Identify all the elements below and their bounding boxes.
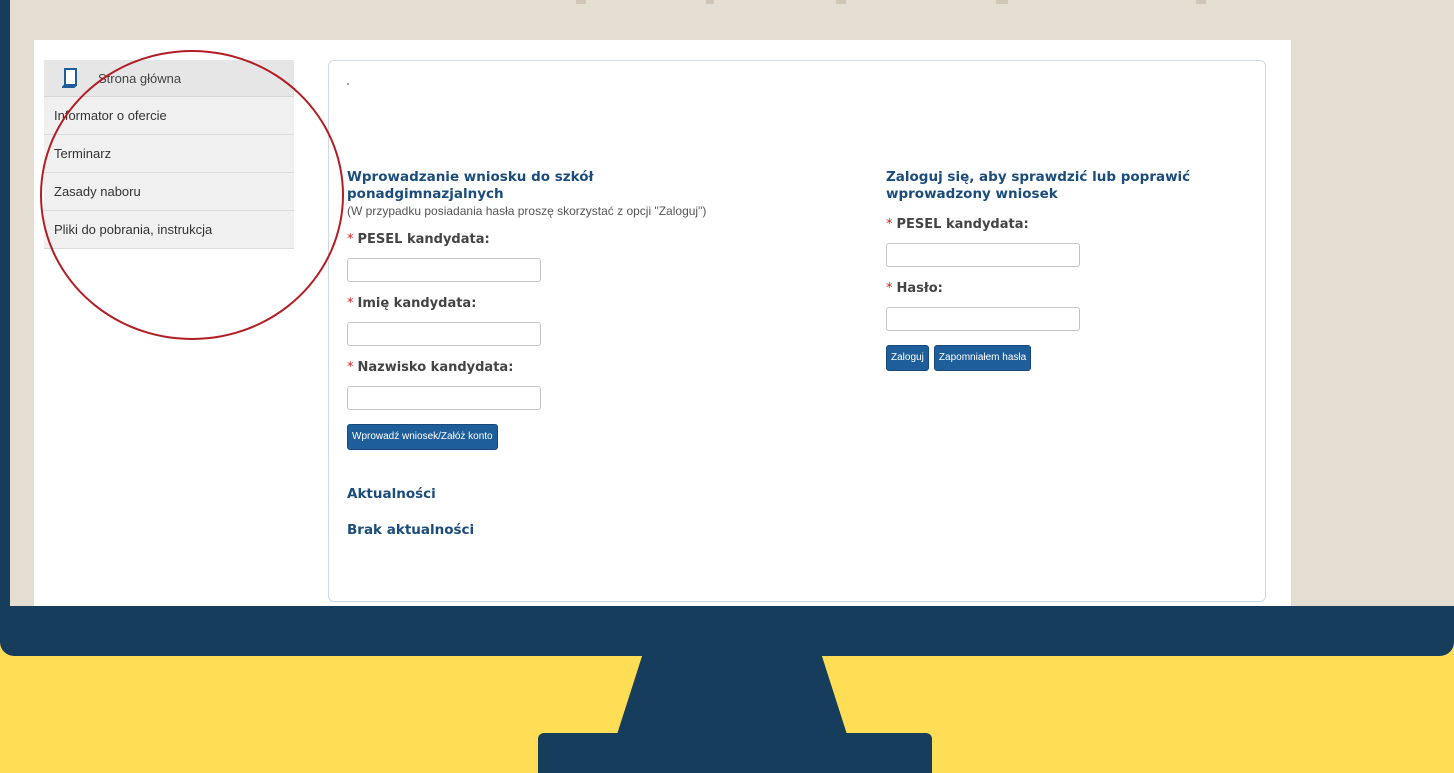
login-actions: Zaloguj Zapomniałem hasła — [886, 345, 1256, 371]
sidebar-item-home-label: Strona główna — [98, 70, 182, 86]
application-actions: Wprowadź wniosek/Załóż konto — [347, 424, 747, 450]
required-marker: * — [347, 296, 354, 311]
password-label: * Hasło: — [886, 281, 1256, 298]
password-label-text: Hasło: — [896, 281, 943, 296]
sidebar-item-admission-rules[interactable]: Zasady naboru — [44, 173, 294, 211]
last-name-input[interactable] — [347, 386, 541, 410]
first-name-input[interactable] — [347, 322, 541, 346]
application-form-note: (W przypadku posiadania hasła proszę sko… — [347, 204, 707, 218]
first-name-label: * Imię kandydata: — [347, 296, 747, 313]
submit-application-button[interactable]: Wprowadź wniosek/Załóż konto — [347, 424, 498, 450]
last-name-label-text: Nazwisko kandydata: — [357, 360, 514, 375]
news-heading: Aktualności — [347, 486, 436, 502]
sidebar-item-downloads[interactable]: Pliki do pobrania, instrukcja — [44, 211, 294, 249]
required-marker: * — [347, 360, 354, 375]
application-form: Wprowadzanie wniosku do szkół ponadgimna… — [347, 169, 747, 538]
sidebar-menu: Strona główna Informator o ofercie Termi… — [44, 60, 294, 249]
application-form-title: Wprowadzanie wniosku do szkół ponadgimna… — [347, 169, 594, 202]
forgot-password-button[interactable]: Zapomniałem hasła — [933, 345, 1032, 371]
login-button[interactable]: Zaloguj — [886, 345, 929, 371]
last-name-label: * Nazwisko kandydata: — [347, 360, 747, 377]
login-pesel-label: * PESEL kandydata: — [886, 217, 1256, 234]
login-pesel-label-text: PESEL kandydata: — [896, 217, 1029, 232]
main-content: Wprowadzanie wniosku do szkół ponadgimna… — [328, 60, 1266, 602]
pesel-label-text: PESEL kandydata: — [357, 232, 490, 247]
decorative-mark — [347, 83, 349, 85]
pesel-label: * PESEL kandydata: — [347, 232, 747, 249]
login-pesel-input[interactable] — [886, 243, 1080, 267]
web-page: Strona główna Informator o ofercie Termi… — [34, 40, 1291, 606]
news-empty-message: Brak aktualności — [347, 522, 475, 538]
monitor-screen: Strona główna Informator o ofercie Termi… — [10, 0, 1454, 606]
sidebar-item-schedule[interactable]: Terminarz — [44, 135, 294, 173]
document-icon — [62, 67, 80, 89]
login-form-title: Zaloguj się, aby sprawdzić lub poprawić … — [886, 169, 1191, 202]
required-marker: * — [347, 232, 354, 247]
login-form: Zaloguj się, aby sprawdzić lub poprawić … — [886, 169, 1256, 371]
first-name-label-text: Imię kandydata: — [357, 296, 477, 311]
required-marker: * — [886, 281, 893, 296]
top-strip — [10, 0, 1454, 8]
sidebar-item-home[interactable]: Strona główna — [44, 60, 294, 97]
password-input[interactable] — [886, 307, 1080, 331]
required-marker: * — [886, 217, 893, 232]
sidebar-item-offer-info[interactable]: Informator o ofercie — [44, 97, 294, 135]
pesel-input[interactable] — [347, 258, 541, 282]
monitor-stand-base — [538, 733, 932, 773]
